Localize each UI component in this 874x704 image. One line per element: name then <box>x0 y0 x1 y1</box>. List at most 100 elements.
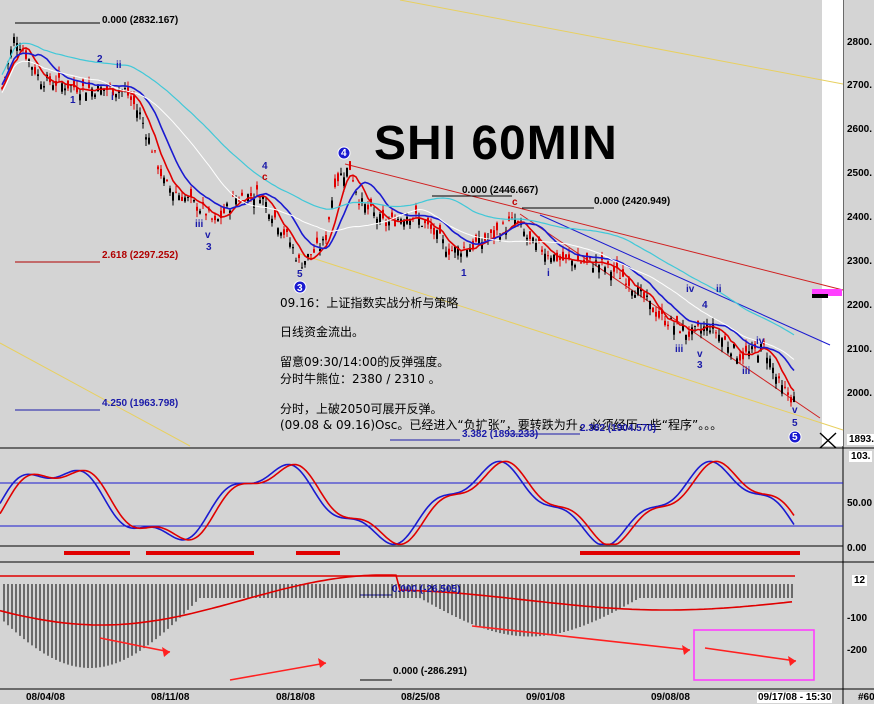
candle-body <box>304 260 306 265</box>
candle-body <box>778 376 780 379</box>
candle-body <box>148 137 150 144</box>
last-price-tag: 1893. <box>847 434 874 445</box>
date-tick: 08/04/08 <box>26 692 65 703</box>
candle-body <box>328 217 330 220</box>
candle-body <box>292 247 294 249</box>
wave-label: 5 <box>297 269 303 280</box>
candle-body <box>727 347 729 353</box>
candle-body <box>685 334 687 340</box>
wave-label: 3 <box>206 242 212 253</box>
wave-label: iii <box>675 344 684 355</box>
candle-body <box>730 353 732 357</box>
candle-body <box>130 96 132 100</box>
candle-body <box>496 222 498 231</box>
candle-body <box>463 246 465 248</box>
candle-body <box>94 94 96 98</box>
candle-body <box>433 227 435 235</box>
candle-body <box>238 200 240 202</box>
candle-body <box>781 385 783 394</box>
macd-tick: 12 <box>852 575 868 586</box>
candle-body <box>769 358 771 368</box>
note-line-3: 留意09:30/14:00的反弹强度。 <box>280 355 450 369</box>
candle-body <box>688 331 690 337</box>
candle-body <box>649 300 651 310</box>
candle-body <box>607 261 609 264</box>
candle-body <box>37 74 39 77</box>
fib-label-1: 0.000 (2832.167) <box>102 15 179 26</box>
candle-body <box>625 283 627 285</box>
candle-body <box>280 232 282 236</box>
candle-body <box>595 260 597 262</box>
candle-body <box>424 220 426 224</box>
candle-body <box>397 219 399 221</box>
note-line-1: 09.16：上证指数实战分析与策略 <box>280 296 459 310</box>
candle-body <box>358 203 360 206</box>
candle-body <box>352 180 354 182</box>
candle-body <box>445 251 447 257</box>
candle-body <box>184 197 186 202</box>
candle-body <box>364 204 366 213</box>
candle-body <box>13 37 15 44</box>
candle-body <box>259 199 261 204</box>
corner-label: #60 <box>858 692 874 703</box>
candle-body <box>142 122 144 124</box>
candle-body <box>676 316 678 322</box>
candle-body <box>709 330 711 333</box>
wave-label: 2 <box>97 54 103 65</box>
price-tick: 2800. <box>847 37 873 48</box>
wave-label: ii <box>116 60 122 71</box>
price-tick: 2300. <box>847 256 873 267</box>
candle-body <box>133 95 135 105</box>
candle-body <box>472 240 474 249</box>
candle-body <box>340 173 342 176</box>
date-tick: 08/18/08 <box>276 692 315 703</box>
candle-body <box>181 196 183 201</box>
candle-body <box>466 249 468 257</box>
candle-body <box>580 262 582 264</box>
wave-label: c <box>512 197 518 208</box>
wave-label: iii <box>742 366 751 377</box>
candle-body <box>655 311 657 317</box>
candle-body <box>298 254 300 259</box>
macd-tick: -100 <box>847 613 868 624</box>
candle-body <box>193 199 195 202</box>
wave-label: iv <box>756 336 765 347</box>
candle-body <box>250 193 252 197</box>
candle-body <box>529 231 531 239</box>
candle-body <box>418 218 420 225</box>
candle-body <box>673 326 675 335</box>
note-line-2: 日线资金流出。 <box>280 325 365 339</box>
candle-body <box>565 254 567 258</box>
candle-body <box>667 324 669 327</box>
candle-body <box>115 93 117 98</box>
candle-body <box>436 230 438 239</box>
candle-body <box>274 209 276 218</box>
candle-body <box>367 204 369 210</box>
macd-tick: -200 <box>847 645 868 656</box>
wave-label: v <box>792 405 798 416</box>
candle-body <box>568 254 570 259</box>
candle-body <box>331 200 333 208</box>
candle-body <box>388 221 390 226</box>
chart-window: SHI 60MIN 09.16：上证指数实战分析与策略 日线资金流出。 留意09… <box>0 0 874 704</box>
candle-body <box>610 271 612 281</box>
price-tick: 2200. <box>847 300 873 311</box>
candle-body <box>544 253 546 262</box>
candle-body <box>460 253 462 257</box>
fib-label-8: 0.000 (-26.505) <box>392 584 461 595</box>
price-tick: 2000. <box>847 388 873 399</box>
candle-body <box>124 88 126 90</box>
candle-body <box>574 264 576 268</box>
candle-body <box>97 85 99 92</box>
wave-circle-label: 4 <box>341 148 347 159</box>
wave-label: i <box>111 92 114 103</box>
candle-body <box>289 242 291 247</box>
candle-body <box>172 192 174 201</box>
candle-body <box>85 92 87 101</box>
candle-body <box>178 195 180 201</box>
candle-body <box>19 49 21 51</box>
candle-body <box>136 110 138 118</box>
wave-circle-label: 3 <box>297 283 303 294</box>
candle-body <box>790 397 792 403</box>
candle-body <box>163 177 165 184</box>
